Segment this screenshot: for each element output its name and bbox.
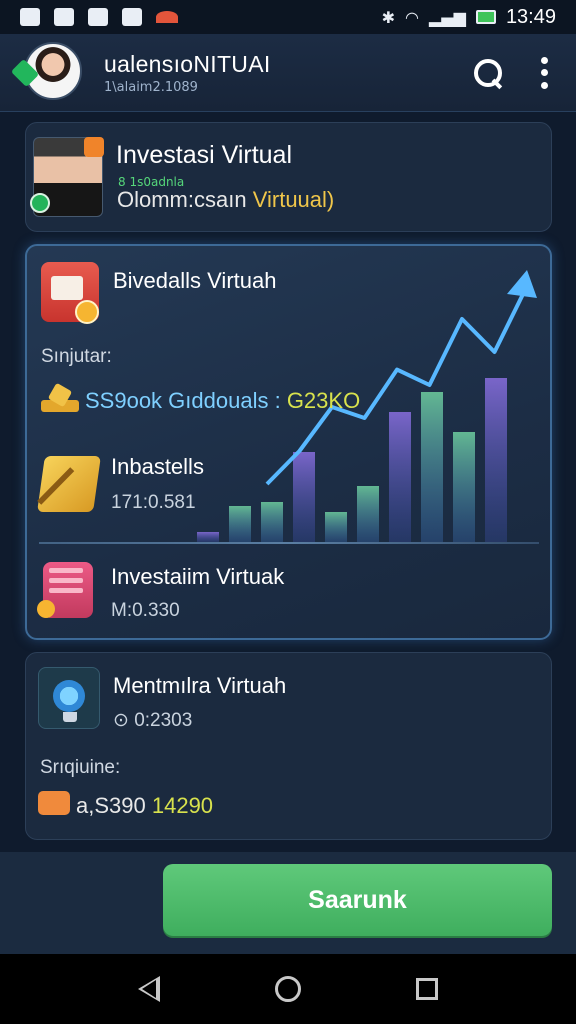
chart-bar	[453, 432, 475, 542]
divider	[39, 542, 539, 544]
chart-bar	[357, 486, 379, 542]
status-bar: ✱ ◠ ▂▄▆ 13:49	[0, 0, 576, 34]
chart-bar	[389, 412, 411, 542]
badge-icon	[84, 137, 104, 157]
balance-line: SS9ook Gıddouals : G23KO	[85, 388, 360, 414]
notification-icons	[20, 8, 178, 26]
wifi-icon: ◠	[405, 7, 420, 27]
app-title: ualensıoNITUAI	[104, 50, 271, 77]
gold-stack-icon	[37, 456, 101, 512]
balance-prefix: SS9ook Gıddouals :	[85, 388, 281, 413]
app-subtitle: 1\alaim2.1089	[104, 79, 198, 95]
mentoring-title: Mentmılra Virtuah	[113, 673, 287, 698]
portfolio-title: Bivedalls Virtuah	[113, 268, 277, 293]
mentoring-value: ⊙ 0:2303	[113, 710, 193, 731]
item-1-value: 171:0.581	[111, 492, 196, 513]
signal-icon: ▂▄▆	[429, 7, 466, 27]
gallery-notification-icon	[20, 8, 40, 26]
mentoring-money-prefix: a,S390	[76, 793, 146, 818]
verified-icon	[30, 193, 50, 213]
trend-arrow-icon	[507, 270, 537, 298]
chart-bar	[293, 452, 315, 542]
wallet-icon	[41, 262, 99, 324]
card-subtitle-accent: Virtuual)	[252, 187, 335, 212]
profile-avatar[interactable]	[10, 41, 86, 104]
chart-bar	[421, 392, 443, 542]
item-1-title: Inbastells	[111, 454, 204, 479]
back-icon[interactable]	[137, 976, 160, 1002]
chart-bar	[229, 506, 251, 542]
card-title: Investasi Virtual	[116, 141, 293, 169]
home-icon[interactable]	[274, 976, 301, 1002]
gold-icon	[41, 386, 79, 414]
card-subtitle: Olomm:csaın Virtuual)	[117, 187, 334, 213]
app-notification-icon	[156, 11, 178, 23]
card-subtitle-prefix: Olomm:csaın	[117, 187, 247, 212]
mentoring-money-line: a,S390 14290	[76, 793, 213, 819]
primary-action-button[interactable]: Saarunk	[163, 864, 552, 936]
mentoring-money-highlight: 14290	[151, 793, 214, 818]
growth-chart	[197, 270, 537, 542]
app-header: ualensıoNITUAI 1\alaim2.1089	[0, 34, 576, 112]
item-2-value: M:0.330	[111, 600, 180, 621]
lightbulb-icon	[38, 667, 100, 729]
status-clock: 13:49	[505, 5, 556, 28]
battery-icon	[475, 10, 496, 24]
search-icon[interactable]	[472, 57, 504, 89]
section-label: Sınjutar:	[41, 346, 112, 367]
chart-bar	[485, 378, 507, 542]
chart-bar	[325, 512, 347, 542]
recent-apps-icon[interactable]	[416, 978, 439, 1000]
mentoring-card[interactable]: Mentmılra Virtuah ⊙ 0:2303 Srıqiuine: a,…	[25, 652, 552, 840]
system-nav-bar	[0, 954, 576, 1024]
document-icon	[37, 562, 93, 618]
more-options-icon[interactable]	[540, 56, 548, 89]
chart-bar	[261, 502, 283, 542]
item-2-title: Investaiim Virtuak	[111, 564, 285, 589]
image-notification-icon	[54, 8, 74, 26]
download-notification-icon	[88, 8, 108, 26]
bluetooth-icon: ✱	[381, 7, 396, 27]
portfolio-chart-card[interactable]: Bivedalls Virtuah Sınjutar: SS9ook Gıddo…	[25, 244, 552, 640]
coin-bag-icon	[38, 791, 70, 815]
investment-summary-card[interactable]: Investasi Virtual 8 1s0adnla Olomm:csaın…	[25, 122, 552, 232]
bottom-action-panel: Saarunk	[0, 852, 576, 954]
balance-highlight: G23KO	[286, 388, 361, 413]
alert-notification-icon	[122, 8, 142, 26]
chart-bar	[197, 532, 219, 542]
mentoring-section-label: Srıqiuine:	[40, 757, 121, 778]
